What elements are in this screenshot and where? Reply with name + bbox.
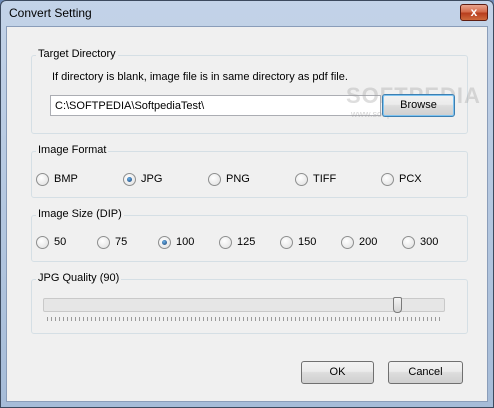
cancel-button[interactable]: Cancel — [388, 361, 463, 384]
radio-button-icon[interactable] — [280, 235, 293, 249]
browse-button[interactable]: Browse — [382, 94, 455, 117]
image-size-radio-300[interactable]: 300 — [402, 235, 438, 249]
radio-label: 150 — [298, 236, 317, 248]
radio-label: 75 — [115, 236, 128, 248]
radio-button-icon[interactable] — [341, 235, 354, 249]
radio-button-icon[interactable] — [219, 235, 232, 249]
image-size-radio-125[interactable]: 125 — [219, 235, 255, 249]
radio-label: PNG — [226, 173, 250, 185]
image-format-radio-jpg[interactable]: JPG — [123, 172, 162, 186]
radio-label: 200 — [359, 236, 378, 248]
radio-label: TIFF — [313, 173, 337, 185]
image-format-radio-pcx[interactable]: PCX — [381, 172, 422, 186]
radio-label: BMP — [54, 173, 78, 185]
jpg-quality-slider-ticks — [47, 317, 442, 321]
jpg-quality-slider-track[interactable] — [43, 298, 445, 312]
radio-label: PCX — [399, 173, 422, 185]
image-format-radio-png[interactable]: PNG — [208, 172, 250, 186]
jpg-quality-label: JPG Quality (90) — [36, 272, 122, 284]
radio-button-icon[interactable] — [402, 235, 415, 249]
radio-label: 50 — [54, 236, 67, 248]
radio-label: 125 — [237, 236, 256, 248]
image-size-radio-100[interactable]: 100 — [158, 235, 194, 249]
image-format-radio-bmp[interactable]: BMP — [36, 172, 78, 186]
image-size-radio-150[interactable]: 150 — [280, 235, 316, 249]
convert-setting-window: Convert Setting x Target Directory If di… — [0, 0, 494, 408]
image-size-radio-200[interactable]: 200 — [341, 235, 377, 249]
target-directory-label: Target Directory — [36, 48, 118, 60]
window-title: Convert Setting — [9, 6, 92, 20]
radio-button-icon[interactable] — [295, 172, 308, 186]
radio-button-icon[interactable] — [123, 172, 136, 186]
radio-label: 300 — [420, 236, 439, 248]
radio-button-icon[interactable] — [36, 235, 49, 249]
close-icon: x — [470, 5, 478, 19]
image-size-radio-50[interactable]: 50 — [36, 235, 66, 249]
target-directory-hint: If directory is blank, image file is in … — [52, 71, 348, 83]
ok-button[interactable]: OK — [301, 361, 374, 384]
image-format-radio-tiff[interactable]: TIFF — [295, 172, 336, 186]
image-format-label: Image Format — [36, 144, 109, 156]
jpg-quality-slider-thumb[interactable] — [393, 297, 402, 313]
target-directory-input[interactable] — [50, 95, 381, 116]
radio-button-icon[interactable] — [36, 172, 49, 186]
radio-label: 100 — [176, 236, 195, 248]
image-size-label: Image Size (DIP) — [36, 208, 124, 220]
title-bar[interactable]: Convert Setting x — [1, 1, 493, 26]
close-button[interactable]: x — [460, 4, 488, 21]
radio-button-icon[interactable] — [208, 172, 221, 186]
radio-button-icon[interactable] — [97, 235, 110, 249]
image-size-radio-75[interactable]: 75 — [97, 235, 127, 249]
radio-button-icon[interactable] — [381, 172, 394, 186]
radio-label: JPG — [141, 173, 163, 185]
radio-button-icon[interactable] — [158, 235, 171, 249]
